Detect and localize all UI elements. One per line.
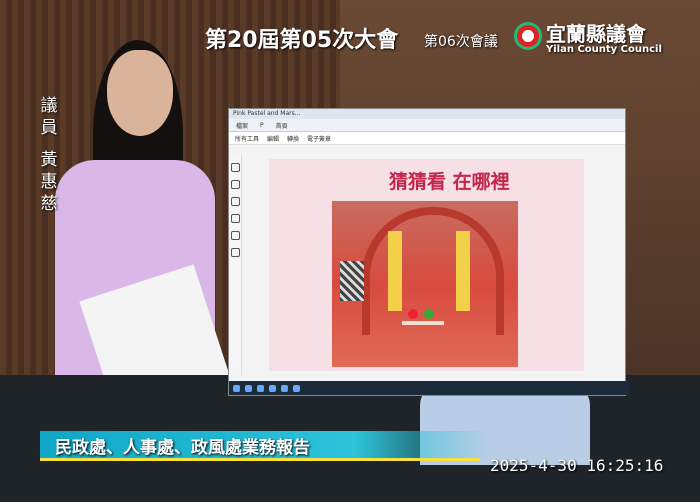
slide-photo: [332, 201, 518, 367]
agenda-caption: 民政處、人事處、政風處業務報告: [55, 438, 310, 458]
speaker-name-char: 慈: [40, 194, 58, 214]
speaker-role-char: 員: [40, 118, 58, 138]
broadcast-timestamp: 2025-4-30 16:25:16: [490, 456, 664, 475]
menu-item[interactable]: 轉換: [287, 134, 299, 143]
pen-tool-icon[interactable]: [231, 197, 240, 206]
windows-taskbar: [229, 381, 629, 395]
projection-screen: Pink Pastel and Mars... 檔案 P 首頁 所有工具 編輯 …: [228, 108, 629, 396]
cursor-tool-icon[interactable]: [231, 163, 240, 172]
taskbar-app-icon[interactable]: [293, 384, 300, 392]
speaker-name-char: 惠: [40, 172, 58, 192]
toolbar-tab[interactable]: 檔案: [233, 121, 251, 130]
text-tool-icon[interactable]: [231, 231, 240, 240]
session-title: 第20屆第05次大會: [205, 28, 399, 53]
speaker-role-char: 議: [40, 96, 58, 116]
stamp-tool-icon[interactable]: [231, 248, 240, 257]
photo-flower: [408, 309, 418, 319]
meeting-number: 第06次會議: [424, 34, 498, 50]
taskbar-app-icon[interactable]: [281, 384, 288, 392]
council-name-en: Yilan County Council: [546, 44, 662, 55]
speaker-caption: 議 員 黃 惠 慈: [38, 95, 60, 215]
presentation-slide: 猜猜看 在哪裡: [269, 159, 584, 371]
viewer-menubar: 所有工具 編輯 轉換 電子簽章: [229, 132, 625, 145]
slide-title: 猜猜看 在哪裡: [389, 171, 510, 193]
windows-start-icon[interactable]: [233, 384, 240, 392]
taskbar-app-icon[interactable]: [269, 384, 276, 392]
video-frame: 第20屆第05次大會 第06次會議 宜蘭縣議會 Yilan County Cou…: [0, 0, 700, 502]
menu-item[interactable]: 所有工具: [235, 134, 259, 143]
toolbar-tab[interactable]: P: [257, 122, 267, 129]
photo-table: [402, 321, 444, 325]
council-logo-icon: [514, 22, 542, 50]
photo-flower: [424, 309, 434, 319]
window-toolbar: 檔案 P 首頁: [229, 119, 625, 132]
menu-item[interactable]: 編輯: [267, 134, 279, 143]
taskbar-app-icon[interactable]: [245, 384, 252, 392]
photo-banner: [456, 231, 470, 311]
lasso-tool-icon[interactable]: [231, 214, 240, 223]
speaker-face: [107, 50, 173, 136]
window-titlebar: Pink Pastel and Mars...: [229, 109, 625, 119]
tool-rail: [229, 155, 242, 375]
caption-underline: [40, 458, 480, 461]
toolbar-tab[interactable]: 首頁: [273, 121, 291, 130]
zoom-tool-icon[interactable]: [231, 180, 240, 189]
speaker-name-char: 黃: [40, 150, 58, 170]
council-name-cn: 宜蘭縣議會: [546, 22, 646, 46]
menu-item[interactable]: 電子簽章: [307, 134, 331, 143]
photo-banner: [388, 231, 402, 311]
taskbar-app-icon[interactable]: [257, 384, 264, 392]
blurred-qr: [340, 261, 364, 301]
